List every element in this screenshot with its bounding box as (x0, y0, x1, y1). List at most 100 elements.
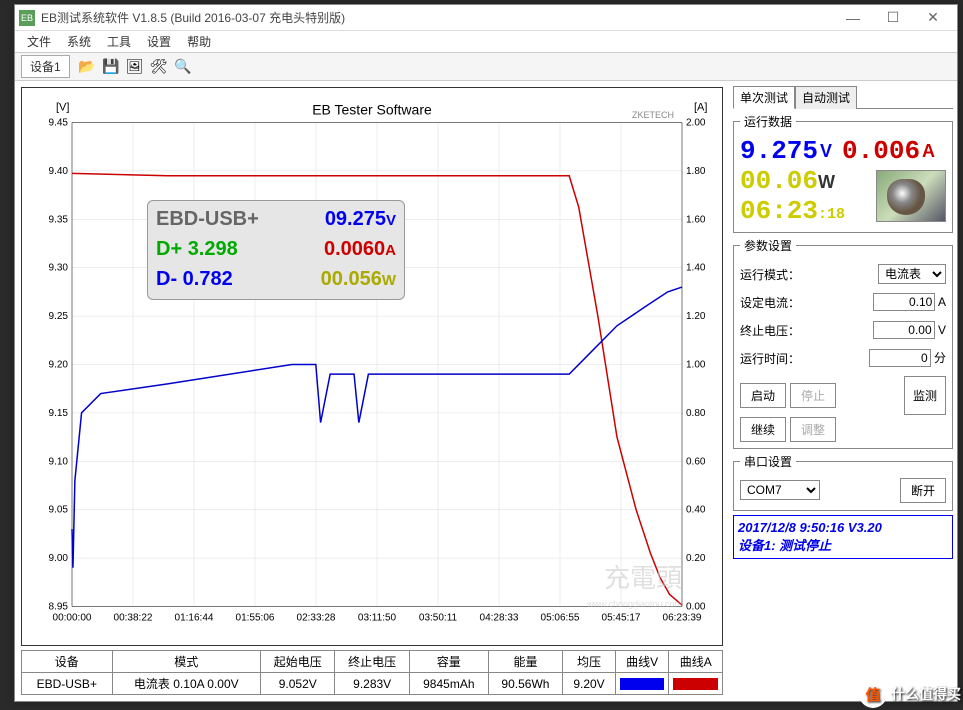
end-voltage-label: 终止电压： (740, 322, 800, 339)
svg-text:9.45: 9.45 (49, 118, 69, 129)
y-right-label: [A] (694, 102, 707, 114)
cell-device: EBD-USB+ (22, 673, 113, 695)
set-current-input[interactable] (873, 293, 935, 311)
cell-curve-a[interactable] (669, 673, 723, 695)
zoom-icon[interactable]: 🔍 (172, 56, 194, 78)
svg-text:1.20: 1.20 (686, 311, 706, 322)
run-time-label: 运行时间： (740, 350, 800, 367)
svg-text:0.80: 0.80 (686, 408, 706, 419)
monitor-button[interactable]: 监测 (904, 376, 946, 415)
menu-tools[interactable]: 工具 (99, 33, 139, 50)
overlay-power: 00.056 (321, 268, 382, 290)
status-box: 2017/12/8 9:50:16 V3.20 设备1: 测试停止 (733, 515, 953, 559)
mode-label: 运行模式： (740, 266, 800, 283)
open-icon[interactable]: 📂 (76, 56, 98, 78)
chart-container: EB Tester Software [V] [A] 8.959.009.059… (21, 87, 723, 646)
overlay-dminus: 0.782 (183, 268, 233, 290)
toolbar: 设备1 📂 💾 🖼 🛠 🔍 (15, 53, 957, 81)
cell-curve-v[interactable] (615, 673, 669, 695)
cell-endv: 9.283V (335, 673, 409, 695)
menubar: 文件 系统 工具 设置 帮助 (15, 31, 957, 53)
run-data-group: 运行数据 9.275V 0.006A 00.06W 06:23:18 (733, 113, 953, 233)
table-header: 容量 (409, 651, 488, 673)
minimize-button[interactable]: — (833, 5, 873, 31)
brand-label: ZKETECH (632, 110, 674, 120)
menu-settings[interactable]: 设置 (139, 33, 179, 50)
adjust-button[interactable]: 调整 (790, 417, 836, 442)
svg-text:0.00: 0.00 (686, 602, 706, 613)
svg-text:9.10: 9.10 (49, 456, 69, 467)
svg-text:9.35: 9.35 (49, 214, 69, 225)
overlay-device: EBD-USB+ (156, 205, 259, 235)
run-time-input[interactable] (869, 349, 931, 367)
svg-text:05:45:17: 05:45:17 (602, 613, 641, 624)
run-data-legend: 运行数据 (740, 113, 796, 130)
svg-text:1.60: 1.60 (686, 214, 706, 225)
svg-text:00:38:22: 00:38:22 (114, 613, 153, 624)
overlay-dplus: 3.298 (188, 238, 238, 260)
svg-text:9.15: 9.15 (49, 408, 69, 419)
svg-text:9.00: 9.00 (49, 553, 69, 564)
end-voltage-input[interactable] (873, 321, 935, 339)
overlay-current: 0.0060 (324, 238, 385, 260)
run-voltage: 9.275 (740, 136, 818, 166)
params-legend: 参数设置 (740, 237, 796, 254)
menu-system[interactable]: 系统 (59, 33, 99, 50)
cell-capacity: 9845mAh (409, 673, 488, 695)
tab-single-test[interactable]: 单次测试 (733, 86, 795, 109)
svg-text:8.95: 8.95 (49, 602, 69, 613)
svg-text:01:16:44: 01:16:44 (175, 613, 214, 624)
table-header: 起始电压 (261, 651, 335, 673)
tools-icon[interactable]: 🛠 (148, 56, 170, 78)
image-icon[interactable]: 🖼 (124, 56, 146, 78)
corner-text: 什么值得买 (891, 684, 961, 704)
cell-mode: 电流表 0.10A 0.00V (112, 673, 260, 695)
svg-text:1.00: 1.00 (686, 360, 706, 371)
svg-text:0.60: 0.60 (686, 456, 706, 467)
set-current-label: 设定电流： (740, 294, 800, 311)
start-button[interactable]: 启动 (740, 383, 786, 408)
svg-text:0.40: 0.40 (686, 505, 706, 516)
svg-text:02:33:28: 02:33:28 (297, 613, 336, 624)
menu-file[interactable]: 文件 (19, 33, 59, 50)
svg-text:2.00: 2.00 (686, 118, 706, 129)
svg-text:01:55:06: 01:55:06 (236, 613, 275, 624)
stop-button[interactable]: 停止 (790, 383, 836, 408)
maximize-button[interactable]: ☐ (873, 5, 913, 31)
cell-startv: 9.052V (261, 673, 335, 695)
status-message: 设备1: 测试停止 (738, 535, 948, 554)
svg-text:9.20: 9.20 (49, 360, 69, 371)
menu-help[interactable]: 帮助 (179, 33, 219, 50)
serial-group: 串口设置 COM7 断开 (733, 453, 953, 511)
svg-text:03:50:11: 03:50:11 (419, 613, 458, 624)
com-select[interactable]: COM7 (740, 480, 820, 500)
continue-button[interactable]: 继续 (740, 417, 786, 442)
table-header: 模式 (112, 651, 260, 673)
table-header: 曲线V (615, 651, 669, 673)
run-current: 0.006 (842, 136, 920, 166)
table-header: 能量 (488, 651, 562, 673)
mode-select[interactable]: 电流表 (878, 264, 946, 284)
status-timestamp: 2017/12/8 9:50:16 V3.20 (738, 520, 948, 535)
watermark-url: www.chongdiantou.com (587, 599, 682, 609)
table-header: 曲线A (669, 651, 723, 673)
tab-auto-test[interactable]: 自动测试 (795, 86, 857, 109)
close-button[interactable]: ✕ (913, 5, 953, 31)
svg-text:9.40: 9.40 (49, 166, 69, 177)
save-icon[interactable]: 💾 (100, 56, 122, 78)
svg-text:9.25: 9.25 (49, 311, 69, 322)
svg-text:03:11:50: 03:11:50 (358, 613, 397, 624)
watermark: 充電頭 (604, 558, 682, 595)
run-time: 06:23 (740, 196, 818, 226)
corner-icon: 值 (859, 680, 887, 708)
svg-text:9.05: 9.05 (49, 505, 69, 516)
chart-overlay: EBD-USB+ 09.275V D+ 3.298 0.0060A D- 0.7… (147, 200, 405, 300)
svg-text:04:28:33: 04:28:33 (480, 613, 519, 624)
device-tab[interactable]: 设备1 (21, 55, 70, 78)
corner-logo: 值 什么值得买 (859, 680, 961, 708)
overlay-voltage: 09.275 (325, 208, 386, 230)
titlebar: EB EB测试系统软件 V1.8.5 (Build 2016-03-07 充电头… (15, 5, 957, 31)
disconnect-button[interactable]: 断开 (900, 478, 946, 503)
side-panel: 单次测试 自动测试 运行数据 9.275V 0.006A 00.06W 06:2… (729, 81, 957, 701)
table-header: 均压 (563, 651, 616, 673)
